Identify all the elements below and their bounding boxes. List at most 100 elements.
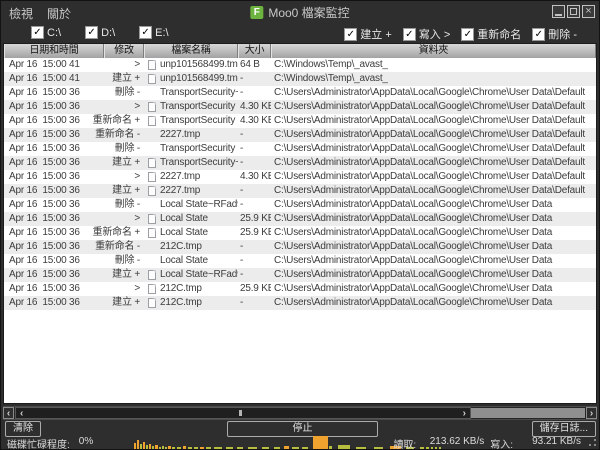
cell-filename: unp101568499.tmp	[144, 58, 238, 72]
checkbox-checked-icon[interactable]: ✓	[402, 27, 416, 41]
event-filter-group: ✓ 建立 + ✓ 寫入 > ✓ 重新命名 ✓ 刪除 -	[344, 26, 577, 42]
filename-text: Local State~RFad91e3...	[160, 199, 238, 210]
checkbox-label: D:\	[101, 26, 116, 39]
cell-filename: TransportSecurity~RF...	[144, 156, 238, 170]
horizontal-scrollbar[interactable]: ‹ ‹ › ›	[3, 406, 597, 420]
event-filter-checkbox[interactable]: ✓ 刪除 -	[532, 26, 577, 42]
cell-datetime: Apr 16 15:00 36	[9, 269, 80, 280]
close-button[interactable]: ×	[582, 5, 595, 18]
file-icon	[148, 172, 156, 182]
inner-scroll-left-icon[interactable]: ‹	[20, 408, 23, 419]
inner-scrollbar-thumb[interactable]	[239, 410, 242, 416]
scrollbar-thumb[interactable]	[471, 408, 585, 418]
cell-modify: 重新命名 +	[92, 227, 141, 238]
checkbox-checked-icon[interactable]: ✓	[31, 26, 44, 39]
table-row[interactable]: Apr 16 15:00 36 建立 + TransportSecurity~R…	[4, 156, 596, 170]
event-filter-checkbox[interactable]: ✓ 重新命名	[461, 26, 521, 42]
cell-datetime: Apr 16 15:00 36	[9, 87, 80, 98]
table-row[interactable]: Apr 16 15:00 36 重新命名 - 212C.tmp - C:\Use…	[4, 240, 596, 254]
scroll-left-button[interactable]: ‹	[3, 407, 14, 419]
inner-scrollbar-track[interactable]: ‹ ›	[15, 407, 471, 419]
cell-filename: Local State	[144, 226, 238, 240]
table-row[interactable]: Apr 16 15:00 36 > 212C.tmp 25.9 KB C:\Us…	[4, 282, 596, 296]
file-table-header: 日期和時間 修改 檔案名稱 大小 資料夾	[4, 44, 596, 58]
file-icon	[148, 284, 156, 294]
checkbox-checked-icon[interactable]: ✓	[139, 26, 153, 39]
cell-folder: C:\Users\Administrator\AppData\Local\Goo…	[274, 255, 553, 266]
cell-filename: Local State	[144, 254, 238, 268]
cell-size: -	[240, 73, 244, 84]
cell-folder: C:\Users\Administrator\AppData\Local\Goo…	[274, 171, 585, 182]
table-row[interactable]: Apr 16 15:00 41 建立 + unp101568499.tmp - …	[4, 72, 596, 86]
file-icon	[148, 228, 156, 238]
checkbox-checked-icon[interactable]: ✓	[532, 27, 546, 41]
cell-size: 25.9 KB	[240, 213, 271, 224]
checkbox-checked-icon[interactable]: ✓	[85, 26, 99, 39]
cell-size: 25.9 KB	[240, 227, 271, 238]
table-row[interactable]: Apr 16 15:00 36 重新命名 + TransportSecurity…	[4, 114, 596, 128]
table-row[interactable]: Apr 16 15:00 36 建立 + Local State~RFad91e…	[4, 268, 596, 282]
table-row[interactable]: Apr 16 15:00 36 > Local State 25.9 KB C:…	[4, 212, 596, 226]
scroll-right-button[interactable]: ›	[586, 407, 597, 419]
inner-scroll-right-icon[interactable]: ›	[463, 408, 466, 419]
cell-folder: C:\Users\Administrator\AppData\Local\Goo…	[274, 297, 553, 308]
event-filter-checkbox[interactable]: ✓ 寫入 >	[402, 26, 451, 42]
maximize-button[interactable]	[567, 5, 580, 18]
table-row[interactable]: Apr 16 15:00 36 刪除 - TransportSecurity -…	[4, 142, 596, 156]
column-header-folder[interactable]: 資料夾	[271, 44, 596, 58]
table-row[interactable]: Apr 16 15:00 36 > TransportSecurity 4.30…	[4, 100, 596, 114]
checkbox-checked-icon[interactable]: ✓	[461, 27, 475, 41]
column-header-datetime[interactable]: 日期和時間	[4, 44, 104, 58]
checkbox-label: C:\	[47, 26, 62, 39]
cell-modify: >	[134, 213, 140, 224]
minimize-button[interactable]	[552, 5, 565, 18]
cell-folder: C:\Users\Administrator\AppData\Local\Goo…	[274, 213, 553, 224]
table-row[interactable]: Apr 16 15:00 36 重新命名 + Local State 25.9 …	[4, 226, 596, 240]
read-speed-value: 213.62 KB/s	[429, 436, 485, 447]
cell-modify: 刪除 -	[114, 87, 141, 98]
filename-text: TransportSecurity~RF...	[160, 87, 238, 98]
cell-folder: C:\Users\Administrator\AppData\Local\Goo…	[274, 227, 553, 238]
cell-size: -	[240, 185, 244, 196]
resize-grip[interactable]	[589, 439, 596, 446]
checkbox-checked-icon[interactable]: ✓	[344, 27, 358, 41]
cell-datetime: Apr 16 15:00 41	[9, 59, 80, 70]
cell-filename: 2227.tmp	[144, 128, 238, 142]
table-row[interactable]: Apr 16 15:00 36 > 2227.tmp 4.30 KB C:\Us…	[4, 170, 596, 184]
cell-folder: C:\Users\Administrator\AppData\Local\Goo…	[274, 157, 585, 168]
column-header-size[interactable]: 大小	[238, 44, 271, 58]
menu-view[interactable]: 檢視	[9, 5, 33, 22]
table-row[interactable]: Apr 16 15:00 36 刪除 - Local State - C:\Us…	[4, 254, 596, 268]
menu-about[interactable]: 關於	[47, 5, 71, 22]
table-row[interactable]: Apr 16 15:00 36 重新命名 - 2227.tmp - C:\Use…	[4, 128, 596, 142]
clear-button[interactable]: 清除	[5, 421, 41, 437]
table-row[interactable]: Apr 16 15:00 36 建立 + 2227.tmp - C:\Users…	[4, 184, 596, 198]
table-row[interactable]: Apr 16 15:00 36 刪除 - TransportSecurity~R…	[4, 86, 596, 100]
filename-text: TransportSecurity	[160, 101, 236, 112]
status-bar: 磁碟忙碌程度: 0% 讀取: 213.62 KB/s 寫入: 93.21 KB/…	[1, 436, 599, 449]
column-header-filename[interactable]: 檔案名稱	[144, 44, 238, 58]
cell-size: 4.30 KB	[240, 101, 271, 112]
cell-modify: 建立 +	[112, 73, 140, 84]
column-header-modify[interactable]: 修改	[104, 44, 144, 58]
drive-filter-checkbox[interactable]: ✓ D:\	[85, 26, 115, 39]
table-row[interactable]: Apr 16 15:00 36 建立 + 212C.tmp - C:\Users…	[4, 296, 596, 310]
drive-filter-checkbox[interactable]: ✓ C:\	[31, 26, 61, 39]
cell-folder: C:\Users\Administrator\AppData\Local\Goo…	[274, 185, 585, 196]
cell-filename: 212C.tmp	[144, 296, 238, 310]
cell-datetime: Apr 16 15:00 36	[9, 213, 80, 224]
drive-filter-checkbox[interactable]: ✓ E:\	[139, 26, 169, 39]
file-icon	[148, 74, 156, 84]
cell-datetime: Apr 16 15:00 36	[9, 171, 80, 182]
cell-modify: >	[134, 59, 140, 70]
checkbox-label: 寫入 >	[418, 29, 451, 41]
filename-text: TransportSecurity	[160, 115, 236, 126]
cell-filename: Local State	[144, 212, 238, 226]
save-log-button[interactable]: 儲存日誌...	[531, 421, 596, 437]
cell-datetime: Apr 16 15:00 36	[9, 199, 80, 210]
table-row[interactable]: Apr 16 15:00 36 刪除 - Local State~RFad91e…	[4, 198, 596, 212]
table-row[interactable]: Apr 16 15:00 41 > unp101568499.tmp 64 B …	[4, 58, 596, 72]
cell-folder: C:\Users\Administrator\AppData\Local\Goo…	[274, 87, 585, 98]
event-filter-checkbox[interactable]: ✓ 建立 +	[344, 26, 392, 42]
cell-datetime: Apr 16 15:00 36	[9, 129, 80, 140]
